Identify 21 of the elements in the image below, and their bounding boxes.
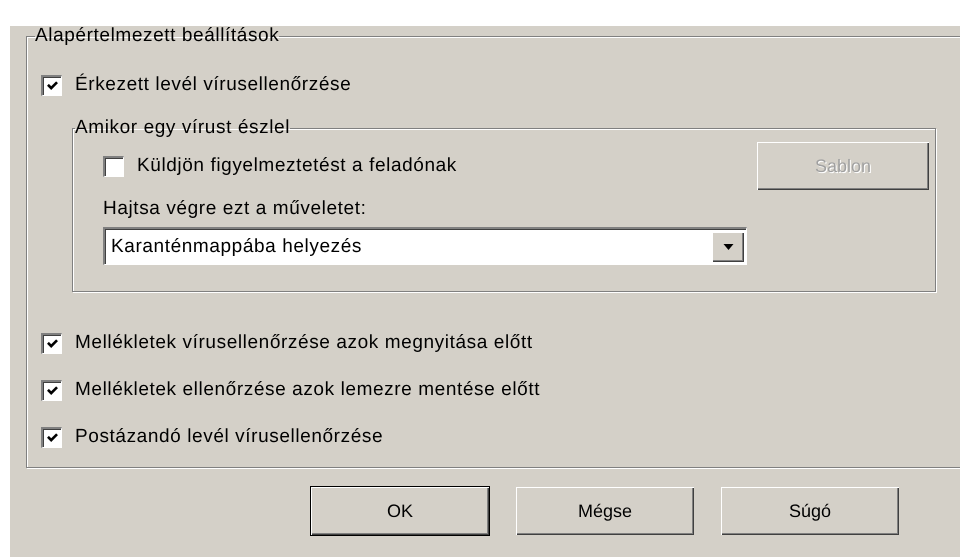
group-title: Alapértelmezett beállítások [35, 26, 280, 46]
checkmark-icon [46, 79, 58, 92]
checkbox[interactable] [41, 426, 62, 448]
checkbox[interactable] [41, 332, 62, 354]
checkbox-label: Küldjön figyelmeztetést a feladónak [137, 155, 457, 177]
field-label: Hajtsa végre ezt a műveletet: [103, 198, 368, 220]
checkbox-label: Érkezett levél vírusellenőrzése [75, 74, 352, 96]
group-title: Amikor egy vírust észlel [75, 118, 290, 138]
checkmark-icon [46, 431, 58, 444]
checkbox[interactable] [103, 156, 124, 176]
action-dropdown[interactable]: Karanténmappába helyezés [103, 227, 747, 265]
dialog-button[interactable]: OK [311, 487, 489, 535]
checkmark-icon [46, 384, 58, 397]
dialog-button[interactable]: Mégse [516, 487, 694, 535]
checkbox-label: Mellékletek ellenőrzése azok lemezre mentése előtt [75, 379, 540, 401]
checkmark-icon [46, 337, 58, 350]
checkbox-label: Mellékletek vírusellenőrzése azok megnyitása előtt [75, 332, 533, 354]
checkbox[interactable] [41, 380, 62, 400]
checkbox-label: Postázandó levél vírusellenőrzése [75, 426, 384, 448]
checkbox[interactable] [41, 74, 62, 96]
dialog-button[interactable]: Súgó [721, 487, 899, 535]
